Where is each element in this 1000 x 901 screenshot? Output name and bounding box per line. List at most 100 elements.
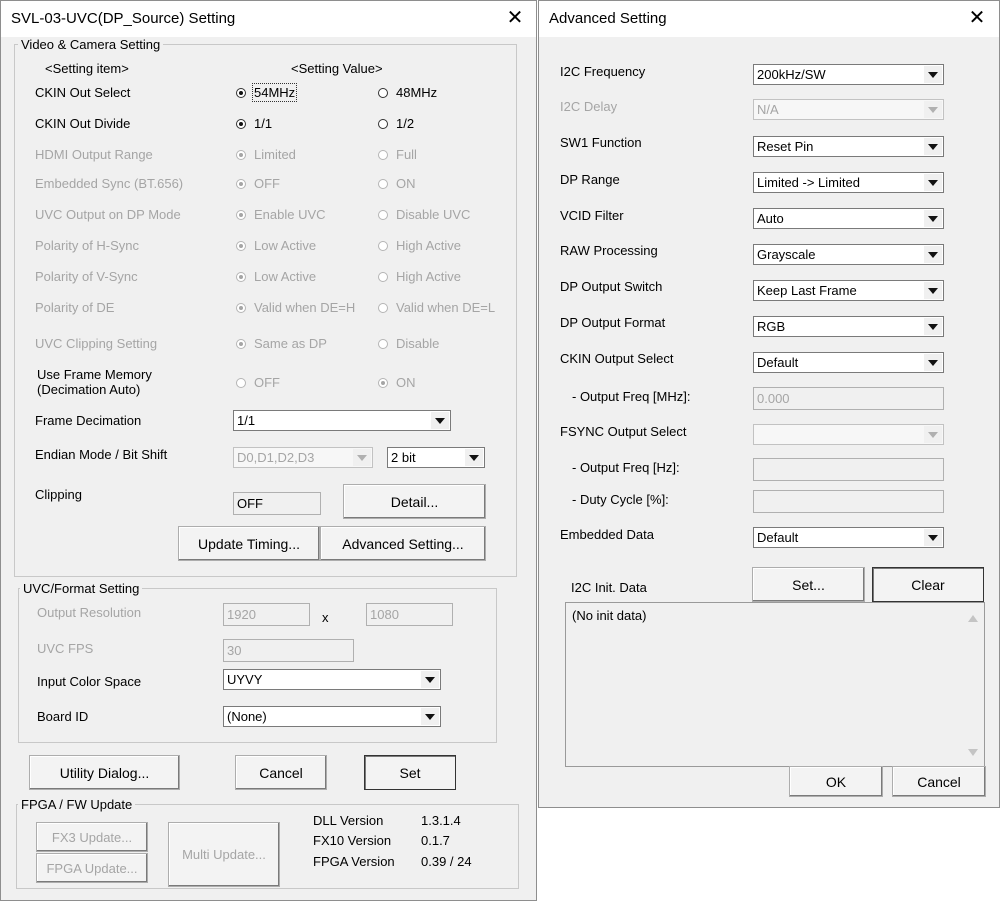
frame-memory-on-radio[interactable]: ON: [378, 375, 416, 390]
init-data-clear-button[interactable]: Clear: [872, 567, 984, 602]
set-button[interactable]: Set: [364, 755, 456, 790]
raw-processing-select[interactable]: Grayscale: [753, 244, 944, 265]
enable-uvc-label: Enable UVC: [254, 207, 326, 222]
de-high-radio[interactable]: Valid when DE=H: [236, 300, 355, 315]
endian-mode-select[interactable]: D0,D1,D2,D3: [233, 447, 373, 468]
chevron-down-icon[interactable]: [924, 426, 942, 443]
cancel-button[interactable]: Cancel: [892, 766, 986, 797]
dp-range-label: DP Range: [560, 172, 620, 187]
detail-button[interactable]: Detail...: [343, 484, 486, 519]
clip-disable-label: Disable: [396, 336, 440, 351]
hdmi-full-radio[interactable]: Full: [378, 147, 417, 162]
embedded-sync-on-radio[interactable]: ON: [378, 176, 416, 191]
close-icon[interactable]: ✕: [503, 7, 527, 31]
output-freq-mhz-field[interactable]: 0.000: [753, 387, 944, 410]
divide-1-2-radio[interactable]: 1/2: [378, 116, 414, 131]
input-color-space-select[interactable]: UYVY: [223, 669, 441, 690]
resolution-x-label: x: [322, 610, 329, 625]
raw-processing-label: RAW Processing: [560, 243, 658, 258]
clipping-label: Clipping: [35, 487, 82, 502]
advanced-setting-window: Advanced Setting ✕ I2C Frequency 200kHz/…: [538, 0, 1000, 808]
close-icon[interactable]: ✕: [965, 7, 989, 31]
chevron-down-icon[interactable]: [924, 210, 942, 227]
vcid-filter-label: VCID Filter: [560, 208, 624, 223]
de-low-radio[interactable]: Valid when DE=L: [378, 300, 495, 315]
chevron-down-icon[interactable]: [924, 529, 942, 546]
embedded-sync-off-label: OFF: [254, 176, 280, 191]
scroll-down-icon[interactable]: [968, 749, 978, 756]
vcid-filter-select[interactable]: Auto: [753, 208, 944, 229]
i2c-frequency-select[interactable]: 200kHz/SW: [753, 64, 944, 85]
chevron-down-icon[interactable]: [431, 412, 449, 429]
uvc-fps-field[interactable]: 30: [223, 639, 354, 662]
vsync-low-radio[interactable]: Low Active: [236, 269, 316, 284]
chevron-down-icon[interactable]: [924, 138, 942, 155]
disable-uvc-label: Disable UVC: [396, 207, 471, 222]
chevron-down-icon[interactable]: [924, 174, 942, 191]
resolution-height-field[interactable]: 1080: [366, 603, 453, 626]
dp-output-switch-select[interactable]: Keep Last Frame: [753, 280, 944, 301]
chevron-down-icon[interactable]: [924, 318, 942, 335]
chevron-down-icon[interactable]: [924, 101, 942, 118]
dp-range-select[interactable]: Limited -> Limited: [753, 172, 944, 193]
output-freq-hz-label: - Output Freq [Hz]:: [572, 460, 680, 475]
chevron-down-icon[interactable]: [465, 449, 483, 466]
chevron-down-icon[interactable]: [924, 282, 942, 299]
hsync-low-radio[interactable]: Low Active: [236, 238, 316, 253]
update-timing-button[interactable]: Update Timing...: [178, 526, 320, 561]
divide-1-1-radio[interactable]: 1/1: [236, 116, 272, 131]
embedded-sync-off-radio[interactable]: OFF: [236, 176, 280, 191]
ok-button[interactable]: OK: [789, 766, 883, 797]
dp-output-format-label: DP Output Format: [560, 315, 666, 330]
ckin-output-select[interactable]: Default: [753, 352, 944, 373]
board-id-label: Board ID: [37, 709, 89, 724]
ckin-54mhz-radio[interactable]: 54MHz: [236, 83, 298, 102]
frame-memory-off-radio[interactable]: OFF: [236, 375, 280, 390]
scroll-up-icon[interactable]: [968, 615, 978, 622]
clip-same-dp-radio[interactable]: Same as DP: [236, 336, 327, 351]
sw1-function-select[interactable]: Reset Pin: [753, 136, 944, 157]
frame-memory-line1: Use Frame Memory: [37, 367, 152, 382]
ckin-output-value: Default: [757, 355, 799, 370]
i2c-delay-value: N/A: [757, 102, 779, 117]
enable-uvc-radio[interactable]: Enable UVC: [236, 207, 326, 222]
utility-dialog-button[interactable]: Utility Dialog...: [29, 755, 180, 790]
title-bar: SVL-03-UVC(DP_Source) Setting ✕: [1, 1, 536, 37]
ckin-48mhz-radio[interactable]: 48MHz: [378, 85, 437, 100]
disable-uvc-radio[interactable]: Disable UVC: [378, 207, 470, 222]
chevron-down-icon[interactable]: [421, 708, 439, 725]
duty-cycle-field[interactable]: [753, 490, 944, 513]
init-data-list[interactable]: (No init data): [565, 602, 985, 767]
fsync-output-select[interactable]: [753, 424, 944, 445]
frame-decimation-select[interactable]: 1/1: [233, 410, 451, 431]
vsync-high-radio[interactable]: High Active: [378, 269, 461, 284]
chevron-down-icon[interactable]: [924, 66, 942, 83]
chevron-down-icon[interactable]: [924, 354, 942, 371]
resolution-width-field[interactable]: 1920: [223, 603, 310, 626]
fx3-update-button[interactable]: FX3 Update...: [36, 822, 148, 852]
window-title: Advanced Setting: [549, 10, 667, 27]
setting-value-header: <Setting Value>: [291, 61, 383, 76]
clip-disable-radio[interactable]: Disable: [378, 336, 439, 351]
frame-memory-off-label: OFF: [254, 375, 280, 390]
cancel-button[interactable]: Cancel: [235, 755, 327, 790]
advanced-setting-button[interactable]: Advanced Setting...: [320, 526, 486, 561]
board-id-select[interactable]: (None): [223, 706, 441, 727]
fpga-update-button[interactable]: FPGA Update...: [36, 853, 148, 883]
dp-output-format-select[interactable]: RGB: [753, 316, 944, 337]
hdmi-limited-radio[interactable]: Limited: [236, 147, 296, 162]
endian-mode-value: D0,D1,D2,D3: [237, 450, 315, 465]
init-data-set-button[interactable]: Set...: [752, 567, 865, 602]
i2c-delay-select[interactable]: N/A: [753, 99, 944, 120]
ckin-out-divide-label: CKIN Out Divide: [35, 116, 131, 131]
chevron-down-icon[interactable]: [924, 246, 942, 263]
output-freq-hz-field[interactable]: [753, 458, 944, 481]
hsync-high-radio[interactable]: High Active: [378, 238, 461, 253]
chevron-down-icon[interactable]: [353, 449, 371, 466]
multi-update-button[interactable]: Multi Update...: [168, 822, 280, 887]
bit-shift-select[interactable]: 2 bit: [387, 447, 485, 468]
embedded-data-value: Default: [757, 530, 799, 545]
chevron-down-icon[interactable]: [421, 671, 439, 688]
vcid-filter-value: Auto: [757, 211, 784, 226]
embedded-data-select[interactable]: Default: [753, 527, 944, 548]
